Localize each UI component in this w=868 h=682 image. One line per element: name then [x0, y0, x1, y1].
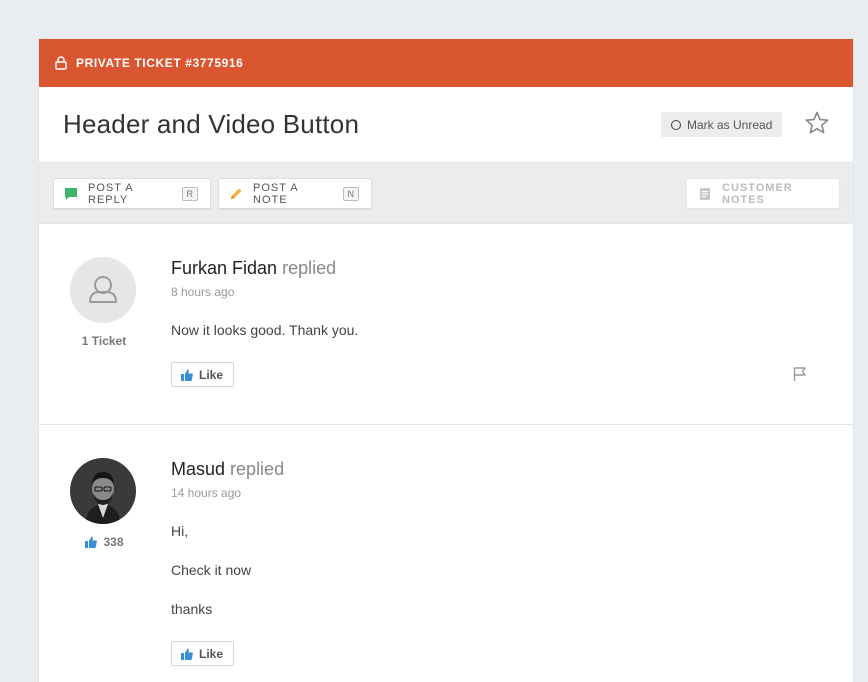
mark-unread-button[interactable]: Mark as Unread	[661, 112, 782, 137]
author-likes-count: 338	[39, 535, 169, 549]
author-name[interactable]: Furkan Fidan	[171, 258, 277, 278]
note-shortcut-key: N	[342, 186, 359, 201]
avatar[interactable]	[70, 257, 136, 323]
message-body-line: thanks	[171, 601, 213, 617]
message-body-line: Hi,	[171, 523, 189, 539]
like-label: Like	[199, 646, 224, 661]
thumbs-up-icon	[85, 536, 98, 548]
speech-bubble-icon	[64, 187, 78, 201]
like-button[interactable]: Like	[171, 641, 234, 666]
author-name[interactable]: Masud	[171, 459, 225, 479]
post-reply-button[interactable]: POST A REPLY R	[53, 178, 211, 209]
message-body-line: Check it now	[171, 562, 252, 578]
like-label: Like	[199, 367, 224, 382]
ticket-card: PRIVATE TICKET #3775916 Header and Video…	[38, 38, 854, 682]
post-reply-label: POST A REPLY	[88, 181, 133, 206]
reply-heading: Furkan Fidan replied	[171, 258, 336, 279]
circle-icon	[671, 119, 681, 130]
post-note-label: POST A NOTE	[253, 181, 298, 206]
lock-icon	[55, 56, 67, 70]
action-toolbar: POST A REPLY R POST A NOTE N CUSTOMER NO…	[39, 163, 853, 224]
reply-timestamp: 14 hours ago	[171, 486, 242, 500]
post-note-button[interactable]: POST A NOTE N	[218, 178, 372, 209]
reply-verb: replied	[282, 258, 337, 278]
reply-message: 1 Ticket Furkan Fidan replied 8 hours ag…	[39, 224, 853, 425]
reply-verb: replied	[230, 459, 285, 479]
reply-shortcut-key: R	[181, 186, 198, 201]
reply-heading: Masud replied	[171, 459, 284, 480]
ticket-header: Header and Video Button Mark as Unread	[39, 87, 853, 163]
reply-message: 338 Masud replied 14 hours ago Hi, Check…	[39, 425, 853, 682]
customer-notes-button[interactable]: CUSTOMER NOTES	[686, 178, 840, 209]
flag-icon[interactable]	[792, 366, 808, 382]
like-button[interactable]: Like	[171, 362, 234, 387]
ticket-banner: PRIVATE TICKET #3775916	[39, 39, 853, 87]
star-icon[interactable]	[804, 110, 830, 136]
author-ticket-count: 1 Ticket	[81, 334, 127, 348]
page-title: Header and Video Button	[63, 109, 360, 139]
reply-timestamp: 8 hours ago	[171, 285, 235, 299]
avatar[interactable]	[70, 458, 136, 524]
likes-count-label: 338	[103, 535, 124, 549]
notebook-icon	[698, 187, 712, 201]
pencil-icon	[229, 187, 243, 201]
customer-notes-label: CUSTOMER NOTES	[722, 181, 793, 206]
thumbs-up-icon	[181, 369, 193, 381]
ticket-id-label: PRIVATE TICKET #3775916	[76, 56, 244, 70]
mark-unread-label: Mark as Unread	[687, 117, 773, 132]
message-body-line: Now it looks good. Thank you.	[171, 322, 359, 338]
thumbs-up-icon	[181, 648, 193, 660]
